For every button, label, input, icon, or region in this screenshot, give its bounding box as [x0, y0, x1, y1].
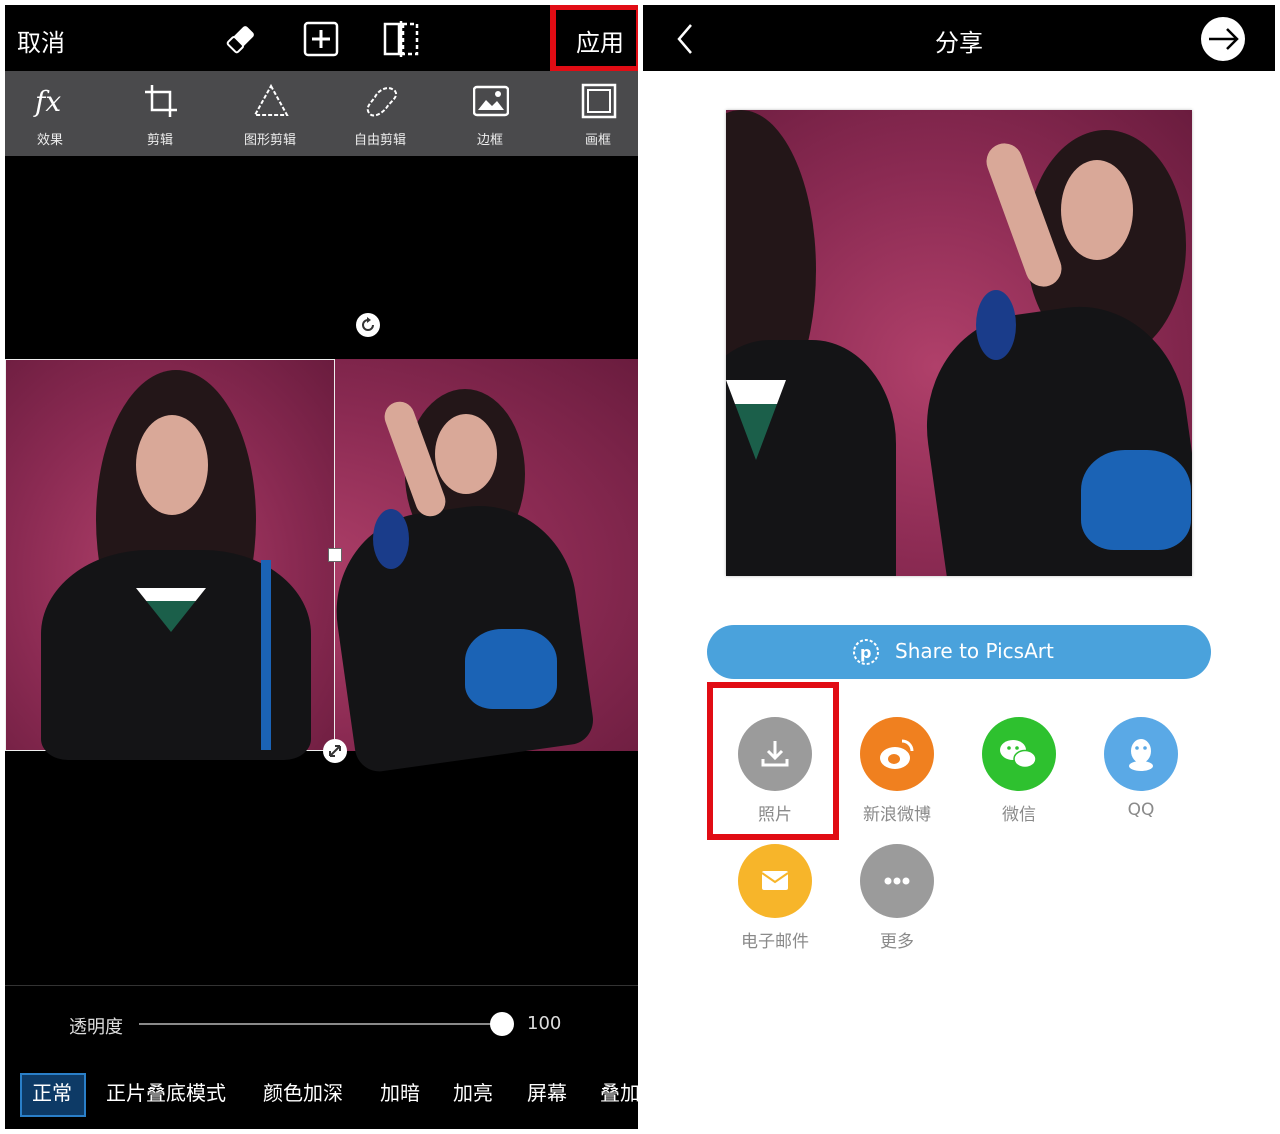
blend-controls [5, 985, 638, 1129]
opacity-value: 100 [527, 1013, 562, 1034]
border-icon [473, 85, 509, 117]
fx-icon: fx [33, 85, 61, 118]
share-email-label: 电子邮件 [741, 932, 809, 952]
tool-crop[interactable]: 剪辑 [110, 71, 210, 156]
tool-border[interactable]: 边框 [440, 71, 540, 156]
share-qq-label: QQ [1127, 800, 1155, 820]
tool-label: 自由剪辑 [353, 133, 406, 148]
add-layer-icon[interactable] [303, 21, 339, 57]
free-crop-icon [366, 87, 397, 117]
crop-icon [145, 85, 177, 117]
blend-mode-normal[interactable]: 正常 [32, 1077, 72, 1106]
overlay-photo[interactable] [5, 359, 335, 760]
tool-label: 剪辑 [146, 133, 173, 148]
opacity-label: 透明度 [69, 1017, 123, 1038]
tool-effects[interactable]: fx 效果 [5, 71, 100, 156]
tool-label: 边框 [476, 133, 503, 148]
opacity-slider-track[interactable] [139, 1023, 502, 1025]
apply-button[interactable]: 应用 [576, 23, 624, 58]
shape-crop-icon [253, 83, 289, 116]
eraser-icon[interactable] [223, 21, 259, 57]
share-photos-label: 照片 [758, 805, 792, 825]
share-email-button[interactable] [738, 844, 812, 918]
opacity-slider-thumb[interactable] [490, 1012, 514, 1036]
rotate-icon [362, 317, 374, 331]
tool-free-crop[interactable]: 自由剪辑 [330, 71, 430, 156]
share-photos-button[interactable] [738, 717, 812, 791]
share-to-picsart-button[interactable]: p Share to PicsArt [707, 625, 1211, 679]
compare-icon[interactable] [383, 21, 419, 57]
blend-mode-darken[interactable]: 加暗 [380, 1077, 420, 1106]
editor-top-bar: 取消 应用 [5, 5, 638, 72]
svg-text:fx: fx [33, 85, 61, 118]
share-weibo-button[interactable] [860, 717, 934, 791]
blend-mode-screen[interactable]: 屏幕 [527, 1077, 567, 1106]
tool-label: 效果 [36, 133, 63, 148]
blend-mode-color-burn[interactable]: 颜色加深 [263, 1077, 343, 1106]
picsart-icon: p [853, 639, 879, 665]
blend-mode-overlay[interactable]: 叠加 [600, 1077, 638, 1106]
mail-icon [761, 871, 789, 890]
share-title: 分享 [935, 29, 983, 57]
rotate-handle[interactable] [356, 313, 380, 337]
share-to-picsart-label: Share to PicsArt [895, 639, 1054, 663]
svg-text:p: p [860, 643, 871, 662]
editor-panel: 取消 应用 fx 效果 剪辑 图形剪辑 自由剪辑 边框 画框 透明度 100 正… [5, 5, 638, 1129]
weibo-icon [880, 739, 914, 769]
tool-frame[interactable]: 画框 [548, 71, 638, 156]
download-icon [761, 741, 789, 767]
share-wechat-button[interactable] [982, 717, 1056, 791]
blend-mode-multiply[interactable]: 正片叠底模式 [106, 1077, 226, 1106]
tool-label: 画框 [584, 133, 611, 148]
tool-bar: fx 效果 剪辑 图形剪辑 自由剪辑 边框 画框 [5, 71, 638, 156]
expand-icon [329, 745, 341, 757]
wechat-icon [1000, 740, 1037, 769]
cancel-button[interactable]: 取消 [17, 23, 65, 58]
share-panel: 分享 p Share to PicsArt 照片 新浪微博 微信 QQ 电子邮件… [643, 5, 1275, 1129]
share-qq-button[interactable] [1104, 717, 1178, 791]
tool-shape-crop[interactable]: 图形剪辑 [220, 71, 320, 156]
more-icon [884, 877, 910, 885]
share-weibo-label: 新浪微博 [863, 805, 931, 825]
qq-icon [1129, 739, 1153, 771]
resize-side-handle[interactable] [328, 548, 342, 562]
frame-icon [581, 83, 617, 119]
share-top-bar: 分享 [643, 5, 1275, 71]
share-more-button[interactable] [860, 844, 934, 918]
blend-mode-lighten[interactable]: 加亮 [453, 1077, 493, 1106]
tool-label: 图形剪辑 [243, 133, 296, 148]
share-more-label: 更多 [880, 932, 914, 952]
scale-handle[interactable] [323, 739, 347, 763]
share-wechat-label: 微信 [1002, 805, 1036, 825]
next-button[interactable] [1201, 17, 1245, 61]
arrow-right-icon [1209, 28, 1239, 50]
preview-image [726, 110, 1192, 576]
